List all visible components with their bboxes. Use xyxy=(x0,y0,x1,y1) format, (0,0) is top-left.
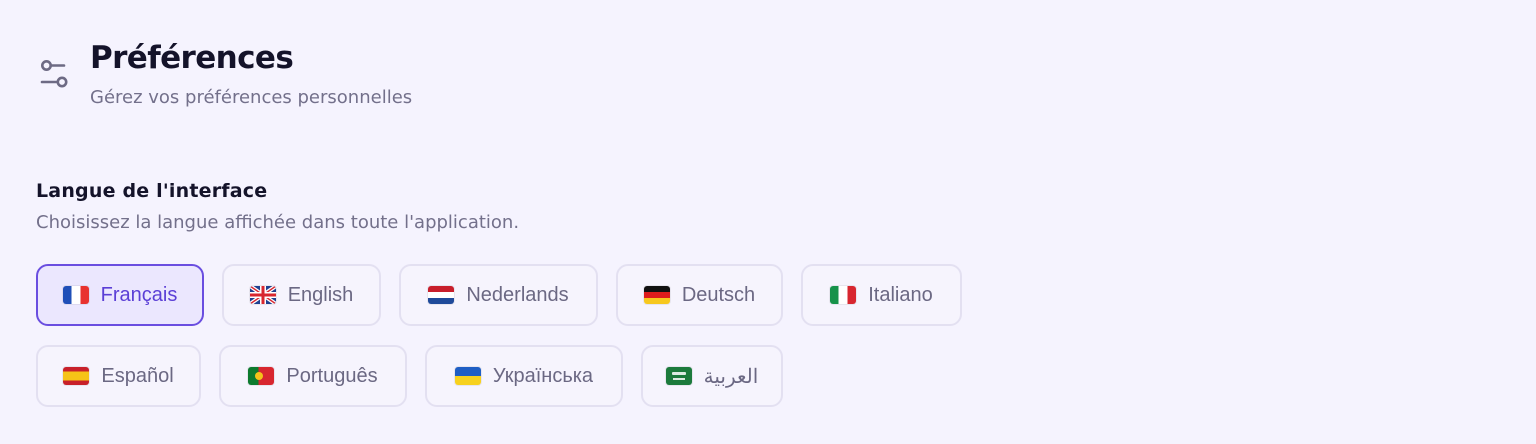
language-label: Français xyxy=(100,283,178,306)
flag-netherlands-icon xyxy=(428,286,455,304)
language-label: العربية xyxy=(703,365,759,388)
language-label: Português xyxy=(286,364,378,387)
language-option-portugues[interactable]: Português xyxy=(219,345,407,407)
sliders-icon xyxy=(40,60,68,88)
language-option-arabic[interactable]: العربية xyxy=(641,345,783,407)
language-label: Italiano xyxy=(868,283,933,306)
language-label: English xyxy=(287,283,354,306)
flag-uk-icon xyxy=(249,286,276,304)
language-option-francais[interactable]: Français xyxy=(36,264,204,326)
language-option-deutsch[interactable]: Deutsch xyxy=(616,264,783,326)
page-subtitle: Gérez vos préférences personnelles xyxy=(90,87,413,108)
language-label: Deutsch xyxy=(681,283,756,306)
language-label: Українська xyxy=(492,364,594,387)
flag-portugal-icon xyxy=(248,367,275,385)
language-option-espanol[interactable]: Español xyxy=(36,345,201,407)
flag-italy-icon xyxy=(830,286,857,304)
language-label: Nederlands xyxy=(466,283,569,306)
flag-spain-icon xyxy=(63,367,90,385)
page-title: Préférences xyxy=(90,40,294,76)
language-option-nederlands[interactable]: Nederlands xyxy=(399,264,598,326)
language-section-description: Choisissez la langue affichée dans toute… xyxy=(36,212,520,233)
language-label: Español xyxy=(101,364,174,387)
flag-germany-icon xyxy=(643,286,670,304)
language-option-ukrainian[interactable]: Українська xyxy=(425,345,623,407)
preferences-page: Préférences Gérez vos préférences person… xyxy=(0,0,1536,444)
flag-ukraine-icon xyxy=(454,367,481,385)
flag-saudi-arabia-icon xyxy=(665,367,692,385)
language-option-italiano[interactable]: Italiano xyxy=(801,264,962,326)
flag-france-icon xyxy=(62,286,89,304)
language-option-english[interactable]: English xyxy=(222,264,381,326)
language-section-title: Langue de l'interface xyxy=(36,180,268,202)
